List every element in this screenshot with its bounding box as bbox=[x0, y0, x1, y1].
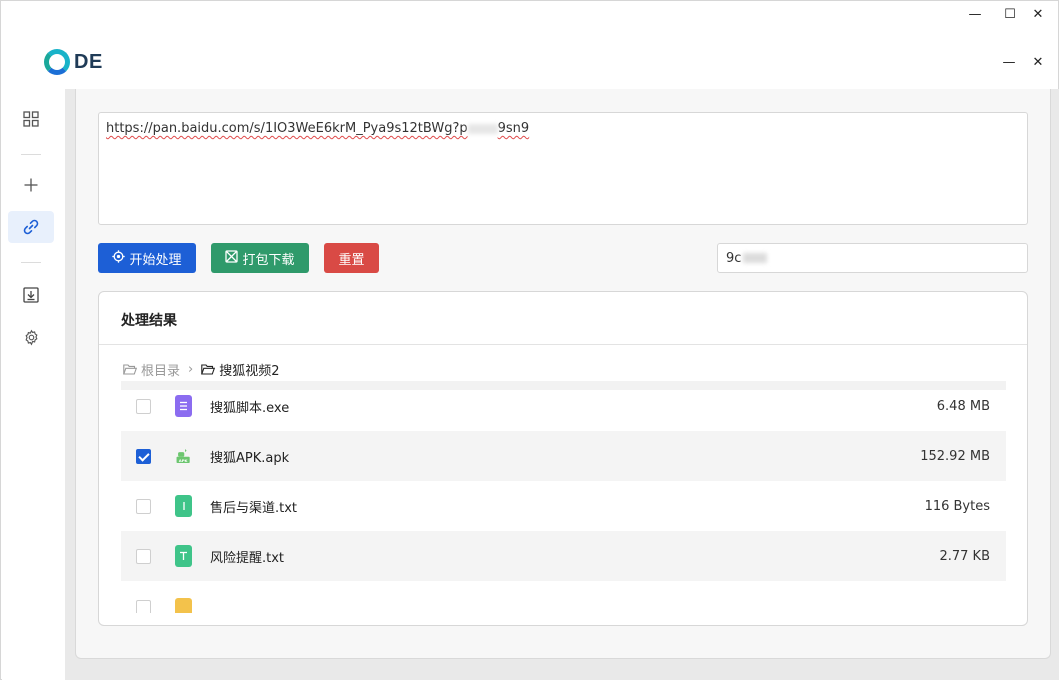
extract-code-input[interactable]: 9c bbox=[717, 243, 1028, 273]
gear-icon bbox=[24, 329, 38, 345]
file-name: 搜狐APK.apk bbox=[210, 450, 290, 466]
row-checkbox[interactable] bbox=[136, 548, 151, 564]
app-window: — ☐ ✕ — ✕ DE https://pan.baidu.com/s/1IO… bbox=[0, 0, 1059, 680]
breadcrumb-current-label: 搜狐视频2 bbox=[219, 364, 280, 379]
text-file-icon bbox=[175, 495, 192, 517]
file-row[interactable]: 售后与渠道.txt 116 Bytes bbox=[121, 481, 1006, 531]
file-row[interactable]: 搜狐脚本.exe 6.48 MB bbox=[121, 381, 1006, 431]
result-title: 处理结果 bbox=[121, 313, 177, 329]
text-file-icon bbox=[175, 545, 192, 567]
window-minimize-button[interactable]: — bbox=[965, 5, 985, 23]
result-panel: 处理结果 根目录 › 搜狐视频2 搜狐脚本.exe 6.48 MB APK 搜狐… bbox=[98, 291, 1028, 626]
app-minimize-button[interactable]: — bbox=[999, 53, 1019, 71]
result-divider bbox=[99, 344, 1027, 345]
share-link-textarea[interactable]: https://pan.baidu.com/s/1IO3WeE6krM_Pya9… bbox=[98, 112, 1028, 225]
share-link-value: https://pan.baidu.com/s/1IO3WeE6krM_Pya9… bbox=[106, 121, 468, 136]
package-icon bbox=[225, 250, 239, 266]
share-link-value-tail: 9sn9 bbox=[497, 121, 530, 136]
row-checkbox[interactable] bbox=[136, 600, 151, 613]
plus-icon bbox=[24, 178, 38, 192]
file-row[interactable]: APK 搜狐APK.apk 152.92 MB bbox=[121, 431, 1006, 481]
breadcrumb-root[interactable]: 根目录 bbox=[123, 360, 180, 379]
file-row[interactable]: 风险提醒.txt 2.77 KB bbox=[121, 531, 1006, 581]
file-row-partial[interactable] bbox=[121, 581, 1006, 613]
sidebar-item-add[interactable] bbox=[8, 169, 54, 201]
breadcrumb-separator: › bbox=[188, 362, 194, 377]
file-name: 售后与渠道.txt bbox=[210, 500, 298, 516]
redacted-area bbox=[743, 253, 768, 263]
file-name: 风险提醒.txt bbox=[210, 550, 285, 566]
window-maximize-button[interactable]: ☐ bbox=[1000, 5, 1020, 23]
document-icon bbox=[175, 395, 192, 417]
file-size: 116 Bytes bbox=[924, 498, 990, 514]
sidebar-item-downloads[interactable] bbox=[8, 279, 54, 311]
reset-label: 重置 bbox=[338, 252, 365, 268]
sidebar-item-dashboard[interactable] bbox=[8, 103, 54, 135]
app-logo: DE bbox=[44, 47, 103, 77]
folder-open-icon bbox=[123, 364, 137, 375]
svg-text:APK: APK bbox=[179, 458, 189, 463]
row-checkbox[interactable] bbox=[136, 398, 151, 414]
breadcrumb-root-label: 根目录 bbox=[141, 364, 181, 379]
file-size: 2.77 KB bbox=[939, 548, 990, 564]
grid-icon bbox=[23, 111, 39, 127]
start-processing-button[interactable]: 开始处理 bbox=[98, 243, 196, 273]
sidebar-item-settings[interactable] bbox=[8, 321, 54, 353]
app-close-button[interactable]: ✕ bbox=[1028, 53, 1048, 71]
folder-open-icon bbox=[201, 364, 216, 375]
row-checkbox[interactable] bbox=[136, 448, 151, 464]
download-icon bbox=[23, 287, 39, 303]
package-download-button[interactable]: 打包下载 bbox=[211, 243, 309, 273]
reset-button[interactable]: 重置 bbox=[324, 243, 379, 273]
android-icon: APK bbox=[175, 445, 192, 467]
logo-text: DE bbox=[74, 50, 103, 73]
sidebar-divider bbox=[21, 154, 41, 155]
sidebar-divider bbox=[21, 262, 41, 263]
redacted-area bbox=[467, 123, 498, 134]
link-icon bbox=[23, 219, 39, 235]
file-size: 152.92 MB bbox=[920, 448, 990, 464]
sidebar-item-link[interactable] bbox=[8, 211, 54, 243]
window-close-button[interactable]: ✕ bbox=[1028, 5, 1048, 23]
file-size: 6.48 MB bbox=[936, 398, 990, 414]
package-download-label: 打包下载 bbox=[242, 252, 295, 268]
file-name: 搜狐脚本.exe bbox=[210, 400, 290, 416]
row-checkbox[interactable] bbox=[136, 498, 151, 514]
target-icon bbox=[112, 250, 126, 266]
start-processing-label: 开始处理 bbox=[129, 252, 182, 268]
breadcrumb: 根目录 › 搜狐视频2 bbox=[123, 360, 280, 379]
folder-icon bbox=[175, 598, 192, 613]
sidebar bbox=[2, 89, 65, 680]
file-list: 搜狐脚本.exe 6.48 MB APK 搜狐APK.apk 152.92 MB… bbox=[121, 381, 1006, 613]
breadcrumb-current: 搜狐视频2 bbox=[201, 360, 280, 379]
logo-ring-icon bbox=[44, 49, 70, 75]
extract-code-value: 9c bbox=[726, 250, 742, 266]
